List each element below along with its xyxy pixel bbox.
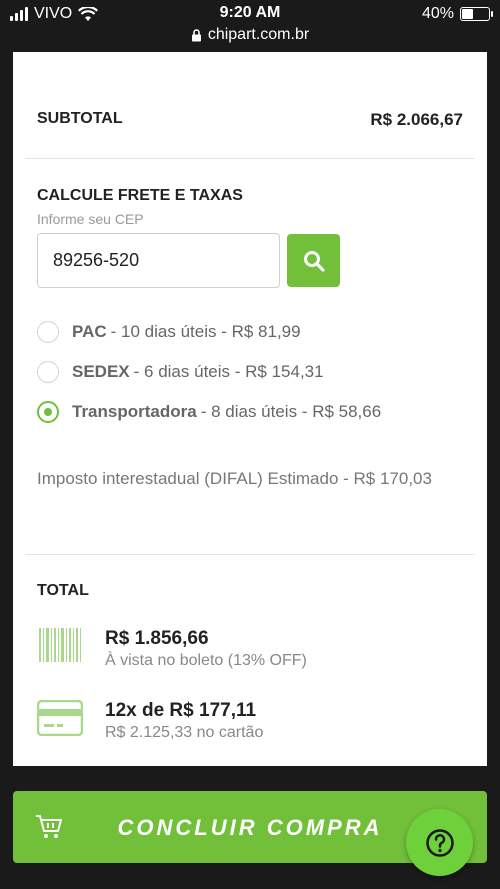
card-text: 12x de R$ 177,11 R$ 2.125,33 no cartão: [105, 700, 263, 744]
card-total: R$ 2.125,33 no cartão: [105, 724, 264, 741]
url-text: chipart.com.br: [207, 26, 310, 43]
option-name: PAC: [72, 322, 107, 341]
option-detail: - 8 dias úteis - R$ 58,66: [200, 402, 382, 421]
option-detail: - 10 dias úteis - R$ 81,99: [110, 322, 301, 341]
radio-transportadora[interactable]: [37, 401, 59, 423]
battery-icon: [460, 7, 493, 21]
radio-pac[interactable]: [37, 321, 59, 343]
status-right: 40%: [421, 5, 493, 23]
cep-hint: Informe seu CEP: [37, 211, 144, 227]
shipping-option-pac[interactable]: PAC - 10 dias úteis - R$ 81,99: [37, 321, 301, 343]
radio-sedex[interactable]: [37, 361, 59, 383]
total-title: TOTAL: [37, 582, 89, 599]
boleto-price: R$ 1.856,66: [105, 628, 209, 649]
difal-tax-estimate: Imposto interestadual (DIFAL) Estimado -…: [37, 469, 432, 488]
divider: [25, 158, 475, 159]
cep-input[interactable]: [37, 233, 280, 288]
option-detail: - 6 dias úteis - R$ 154,31: [133, 362, 324, 381]
help-button[interactable]: [406, 809, 473, 876]
status-bar: VIVO 9:20 AM 40% chipart.com.br: [0, 0, 500, 52]
subtotal-label: SUBTOTAL: [37, 110, 123, 127]
shipping-option-transportadora[interactable]: Transportadora - 8 dias úteis - R$ 58,66: [37, 401, 381, 423]
boleto-description: À vista no boleto (13% OFF): [105, 652, 307, 669]
boleto-payment-row: R$ 1.856,66 À vista no boleto (13% OFF): [37, 628, 307, 672]
shipping-option-sedex[interactable]: SEDEX - 6 dias úteis - R$ 154,31: [37, 361, 324, 383]
cep-search-button[interactable]: [287, 234, 340, 287]
divider: [25, 554, 475, 555]
option-name: Transportadora: [72, 402, 197, 421]
subtotal-value: R$ 2.066,67: [370, 110, 463, 129]
battery-fill: [462, 9, 474, 19]
battery-percent: 40%: [421, 5, 454, 22]
boleto-text: R$ 1.856,66 À vista no boleto (13% OFF): [105, 628, 307, 672]
frete-title: CALCULE FRETE E TAXAS: [37, 187, 243, 204]
subtotal-row: SUBTOTAL R$ 2.066,67: [37, 110, 463, 130]
lock-icon: [191, 28, 201, 41]
cart-summary-card: SUBTOTAL R$ 2.066,67 CALCULE FRETE E TAX…: [13, 52, 487, 766]
barcode-icon: [39, 628, 81, 662]
card-installments: 12x de R$ 177,11: [105, 700, 257, 721]
question-icon: [425, 828, 454, 857]
search-icon: [303, 250, 325, 272]
address-bar[interactable]: chipart.com.br: [0, 26, 500, 44]
credit-card-icon: [37, 700, 83, 736]
card-payment-row: 12x de R$ 177,11 R$ 2.125,33 no cartão: [37, 700, 263, 744]
option-name: SEDEX: [72, 362, 130, 381]
